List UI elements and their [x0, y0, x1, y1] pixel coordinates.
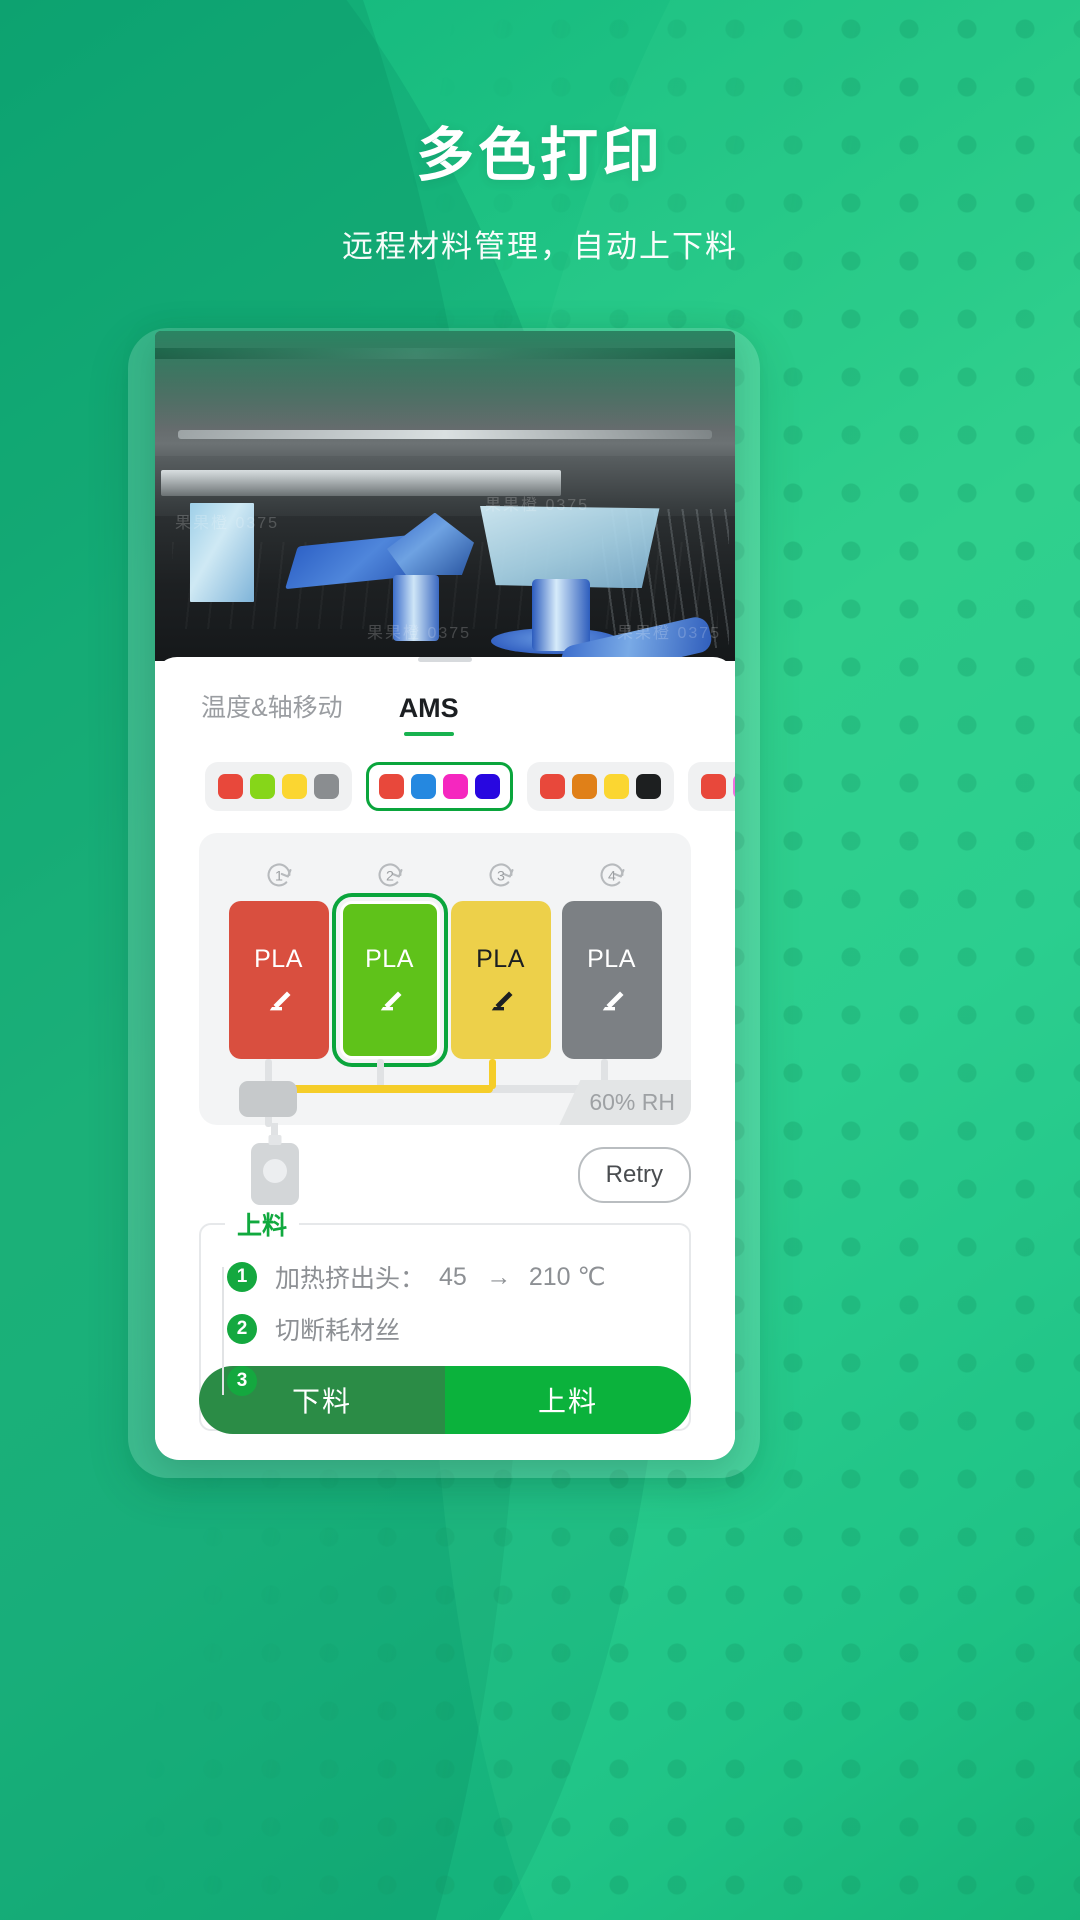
filament-slot-2[interactable]: PLA: [331, 893, 448, 1067]
swatch: [733, 774, 735, 799]
edit-pencil-icon[interactable]: [264, 986, 294, 1016]
svg-text:4: 4: [608, 869, 616, 885]
svg-text:1: 1: [275, 869, 283, 885]
swatch: [572, 774, 597, 799]
ams-slots: PLA PLA PLA PLA: [217, 893, 673, 1067]
printed-part-cylinder-left: [392, 575, 440, 642]
ams-panel: 1 2 3 4 PLA PLA PLA PLA 60% RH: [199, 833, 691, 1127]
swatch: [250, 774, 275, 799]
svg-text:2: 2: [386, 869, 394, 885]
swatch: [411, 774, 436, 799]
page-title: 多色打印: [415, 123, 664, 188]
load-unload-segment: 下料 上料: [199, 1366, 691, 1434]
swatch: [314, 774, 339, 799]
reload-icon: 1: [267, 863, 292, 887]
printer-camera-feed[interactable]: 果果橙 0375 果果橙 0375 果果橙 0375 果果橙 0375: [155, 331, 735, 661]
ams-unit-selector: [155, 736, 735, 811]
reload-icon: 3: [489, 863, 514, 887]
extruder-icon: [251, 1143, 299, 1205]
ams-slot-headers: 1 2 3 4: [217, 855, 673, 895]
temp-current: 45: [439, 1262, 467, 1291]
reload-icon: 4: [600, 863, 625, 887]
edit-pencil-icon[interactable]: [375, 986, 405, 1016]
swatch: [604, 774, 629, 799]
ams-unit-chip-1[interactable]: [205, 762, 352, 811]
step-label: 加热挤出头：: [275, 1265, 426, 1293]
edit-pencil-icon[interactable]: [597, 986, 627, 1016]
swatch: [540, 774, 565, 799]
reload-icon: 2: [378, 863, 403, 887]
slot-header-4[interactable]: 4: [562, 855, 662, 895]
step-badge: 2: [227, 1314, 257, 1344]
sheet-tabs: 温度&轴移动 AMS: [155, 662, 735, 736]
printed-part-wall: [189, 502, 254, 602]
filament-material-label: PLA: [587, 944, 636, 973]
arrow-right-icon: →: [486, 1262, 511, 1291]
steps-connector-line: [222, 1267, 224, 1395]
swatch: [701, 774, 726, 799]
slot-header-1[interactable]: 1: [229, 855, 329, 895]
swatch: [636, 774, 661, 799]
control-sheet: 温度&轴移动 AMS 1 2 3 4 PLA PLA PLA PLA 60% R…: [155, 657, 735, 1456]
step-row-1: 1 加热挤出头： 45 → 210 ℃: [221, 1251, 669, 1303]
promo-page: 多色打印 远程材料管理，自动上下料 果果橙 0375 果果橙 0375 果果橙 …: [0, 0, 1080, 1920]
ams-unit-chip-3[interactable]: [527, 762, 674, 811]
filament-material-label: PLA: [365, 944, 414, 973]
swatch: [475, 774, 500, 799]
step-row-2: 2 切断耗材丝: [221, 1303, 669, 1355]
filament-material-label: PLA: [476, 944, 525, 973]
printed-part-cylinder-right: [532, 578, 590, 652]
ams-unit-chip-4[interactable]: [688, 762, 735, 811]
slot-header-3[interactable]: 3: [451, 855, 551, 895]
step-text-2: 切断耗材丝: [275, 1311, 400, 1347]
filament-slot-4[interactable]: PLA: [561, 901, 662, 1059]
step-badge: 3: [227, 1366, 257, 1396]
steps-legend: 上料: [225, 1206, 300, 1242]
filament-slot-1[interactable]: PLA: [228, 901, 329, 1059]
humidity-badge: 60% RH: [559, 1080, 691, 1125]
printed-part-bin: [480, 505, 660, 589]
camera-ceiling: [155, 331, 735, 477]
page-subtitle: 远程材料管理，自动上下料: [342, 228, 738, 264]
edit-pencil-icon[interactable]: [486, 986, 516, 1016]
tab-ams[interactable]: AMS: [399, 693, 459, 736]
ams-panel-wrap: 1 2 3 4 PLA PLA PLA PLA 60% RH: [155, 811, 735, 1127]
ams-hub: [239, 1081, 297, 1117]
slot-header-2[interactable]: 2: [340, 855, 440, 895]
camera-gantry-rail: [178, 430, 712, 439]
tab-temperature-axis[interactable]: 温度&轴移动: [201, 688, 343, 736]
phone-screen: 果果橙 0375 果果橙 0375 果果橙 0375 果果橙 0375 温度&轴…: [155, 331, 735, 1460]
swatch: [443, 774, 468, 799]
step-text-1: 加热挤出头： 45 → 210 ℃: [275, 1259, 606, 1295]
step-badge: 1: [227, 1262, 257, 1292]
svg-text:3: 3: [497, 869, 505, 885]
temp-target: 210 ℃: [528, 1263, 606, 1291]
swatch: [282, 774, 307, 799]
filament-material-label: PLA: [254, 944, 303, 973]
load-button[interactable]: 上料: [445, 1366, 691, 1434]
step-label: 切断耗材丝: [275, 1317, 401, 1345]
retry-button[interactable]: Retry: [577, 1147, 691, 1203]
ams-under-row: Retry: [155, 1123, 735, 1217]
swatch: [379, 774, 404, 799]
swatch: [218, 774, 243, 799]
hero-header: 多色打印 远程材料管理，自动上下料: [0, 120, 1080, 266]
filament-slot-3[interactable]: PLA: [450, 901, 551, 1059]
camera-upper-beam: [160, 469, 561, 496]
ams-unit-chip-2[interactable]: [366, 762, 513, 811]
